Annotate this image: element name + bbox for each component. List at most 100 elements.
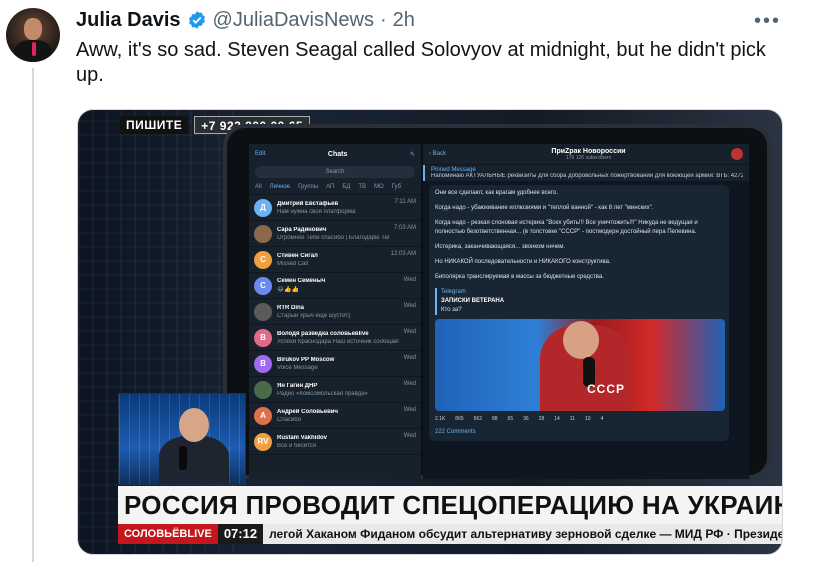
- chat-filter: Группы: [298, 184, 319, 190]
- verified-badge-icon: [188, 11, 205, 29]
- chat-name: Андрей Соловьевич: [277, 408, 338, 415]
- post-paragraph: Они все сделают, как врагам удобнее всег…: [435, 190, 559, 196]
- chat-preview: Старый хрыч еще шустит): [277, 312, 351, 319]
- chat-preview: 😂👍👍: [277, 287, 299, 293]
- tweet-header: Julia Davis @JuliaDavisNews · 2h: [76, 8, 415, 32]
- chat-avatar: [254, 224, 272, 243]
- chat-name: Семен Семеныч: [277, 278, 326, 284]
- chat-avatar: Д: [254, 198, 272, 217]
- chat-time: Wed: [403, 407, 416, 413]
- chat-rows: Д Дмитрий Евстафьев Нам нужна своя платфор…: [249, 195, 421, 455]
- thread-line: [32, 68, 34, 562]
- chat-time: 12:03 AM: [390, 251, 416, 257]
- chat-filters: All Личное Группы АП БД ТВ МО Губ: [249, 180, 421, 195]
- more-options-icon[interactable]: •••: [754, 10, 781, 33]
- chat-row: B Birukov PP Moscow Voice Message Wed: [249, 351, 421, 377]
- tweet-media-image[interactable]: ПИШИТЕ +7 922 800 00 65 Edit Chats ✎ Sea…: [77, 109, 783, 555]
- telegram-chat-list: Edit Chats ✎ Search All Личное Группы АП БД Т…: [249, 144, 421, 479]
- news-banner: РОССИЯ ПРОВОДИТ СПЕЦОПЕРАЦИЮ НА УКРАИНЕ: [118, 486, 782, 524]
- chat-avatar: [254, 302, 272, 321]
- chat-search: Search: [255, 166, 415, 178]
- forward-source: Telegram: [441, 289, 466, 295]
- chat-filter: Личное: [269, 184, 291, 190]
- edit-button: Edit: [255, 151, 266, 157]
- post-paragraph: Но НИКАКОЙ последовательности и НИКАКОГО…: [435, 259, 611, 265]
- tablet-statusbar: [251, 132, 743, 142]
- chat-time: Wed: [403, 277, 416, 283]
- chat-name: Володя разведка соловьевlive: [277, 330, 369, 337]
- compose-icon: ✎: [409, 151, 415, 158]
- channel-subscribers: 176 126 subscribers: [565, 154, 612, 161]
- chat-row: Сара Радинович Огромное Тебе спасибо | Бл…: [249, 221, 421, 247]
- reaction-count: 28: [538, 416, 545, 422]
- chat-avatar: С: [254, 250, 272, 269]
- channel-name: ПриZрак Новороссии: [551, 147, 626, 155]
- channel-header: ‹ Back ПриZрак Новороссии 176 126 subscr…: [423, 144, 749, 164]
- chat-name: Дмитрий Евстафьев: [277, 200, 339, 207]
- chat-preview: Спасибо: [277, 416, 302, 423]
- chat-avatar: [254, 380, 272, 399]
- host-video-inset: [118, 393, 246, 485]
- channel-logo: СОЛОВЬЁВLIVE: [118, 524, 218, 544]
- avatar[interactable]: [6, 8, 60, 62]
- author-handle[interactable]: @JuliaDavisNews: [213, 9, 374, 32]
- chat-time: 7:11 AM: [394, 199, 416, 205]
- chat-time: Wed: [403, 303, 416, 309]
- chat-avatar: RV: [254, 432, 272, 451]
- post-video-thumbnail: СССР: [435, 319, 725, 411]
- chat-avatar: С: [254, 276, 272, 295]
- chat-row: RTR Dina Старый хрыч еще шустит) Wed: [249, 299, 421, 325]
- video-shirt-text: СССР: [587, 382, 626, 396]
- chat-avatar: B: [254, 354, 272, 373]
- chat-name: Birukov PP Moscow: [277, 356, 335, 363]
- reaction-count: 36: [523, 416, 529, 422]
- chat-filter: ТВ: [358, 184, 367, 190]
- post-paragraph: Когда надо - резкая слоновая истерика "В…: [435, 220, 698, 235]
- reaction-count: 4: [600, 416, 604, 422]
- chat-row: Д Дмитрий Евстафьев Нам нужна своя платфор…: [249, 195, 421, 221]
- author-name[interactable]: Julia Davis: [76, 9, 181, 32]
- chat-name: Стивен Сигал: [277, 252, 318, 259]
- chat-row: С Стивен Сигал Missed Call 12:03 AM: [249, 247, 421, 273]
- reaction-count: 2.1K: [435, 416, 446, 422]
- chat-name: Сара Радинович: [277, 226, 327, 233]
- post-comments: 222 Comments: [435, 429, 476, 435]
- chat-preview: Всё и бесится: [277, 442, 317, 449]
- chat-preview: Радио «Комсомольская правда»: [277, 390, 368, 397]
- chat-filter: АП: [326, 184, 335, 190]
- chat-filter: МО: [374, 184, 384, 190]
- chat-avatar: В: [254, 328, 272, 347]
- reaction-count: 14: [554, 416, 560, 422]
- news-ticker: СОЛОВЬЁВLIVE 07:12 легой Хаканом Фиданом…: [118, 524, 783, 544]
- reaction-count: 10: [585, 416, 591, 422]
- chat-name: RTR Dina: [277, 304, 304, 311]
- separator-dot: ·: [379, 8, 387, 31]
- chat-preview: Успехи Краснодара Наш источник сообщает: [277, 338, 399, 345]
- post-paragraph: Биполярка транслируемая в массы за бюдже…: [435, 274, 604, 280]
- post-reactions: 2.1K 865 562 88 65 36 28 14 11 10 4: [435, 415, 723, 424]
- tweet-text: Aww, it's so sad. Steven Seagal called S…: [76, 39, 766, 86]
- tweet-timestamp[interactable]: 2h: [393, 9, 415, 32]
- chat-time: Wed: [403, 355, 416, 361]
- pinned-message: Pinned Message Напоминаю АКТУАЛЬНЫЕ рекв…: [423, 165, 749, 181]
- forward-text: Кто за?: [441, 307, 462, 313]
- forwarded-block: Telegram ЗАПИСКИ ВЕТЕРАНА Кто за?: [435, 288, 723, 315]
- chat-preview: Voice Message: [277, 364, 318, 371]
- ticker-clock: 07:12: [217, 524, 264, 544]
- post-paragraph: Когда надо - убаюкивание иллюзиями и "те…: [435, 205, 654, 211]
- chat-time: 7:03 AM: [393, 225, 416, 231]
- ticker-text: легой Хаканом Фиданом обсудит альтернати…: [269, 527, 783, 541]
- chat-row: В Володя разведка соловьевlive Успехи Крас…: [249, 325, 421, 351]
- chat-filter: БД: [342, 184, 351, 190]
- chat-avatar: А: [254, 406, 272, 425]
- tablet-screen: Edit Chats ✎ Search All Личное Группы АП БД Т…: [223, 124, 771, 479]
- reaction-count: 562: [473, 416, 482, 422]
- back-button: ‹ Back: [429, 151, 447, 157]
- channel-post: Они все сделают, как врагам удобнее всег…: [429, 185, 729, 441]
- post-paragraphs: Они все сделают, как врагам удобнее всег…: [435, 189, 723, 282]
- chats-title: Chats: [327, 150, 348, 158]
- pinned-text: Напоминаю АКТУАЛЬНЫЕ реквизиты для сбора…: [431, 173, 743, 179]
- chat-filter: Губ: [391, 184, 402, 190]
- chat-row: А Андрей Соловьевич Спасибо Wed: [249, 403, 421, 429]
- chat-name: Rustam Vakhidov: [277, 434, 328, 441]
